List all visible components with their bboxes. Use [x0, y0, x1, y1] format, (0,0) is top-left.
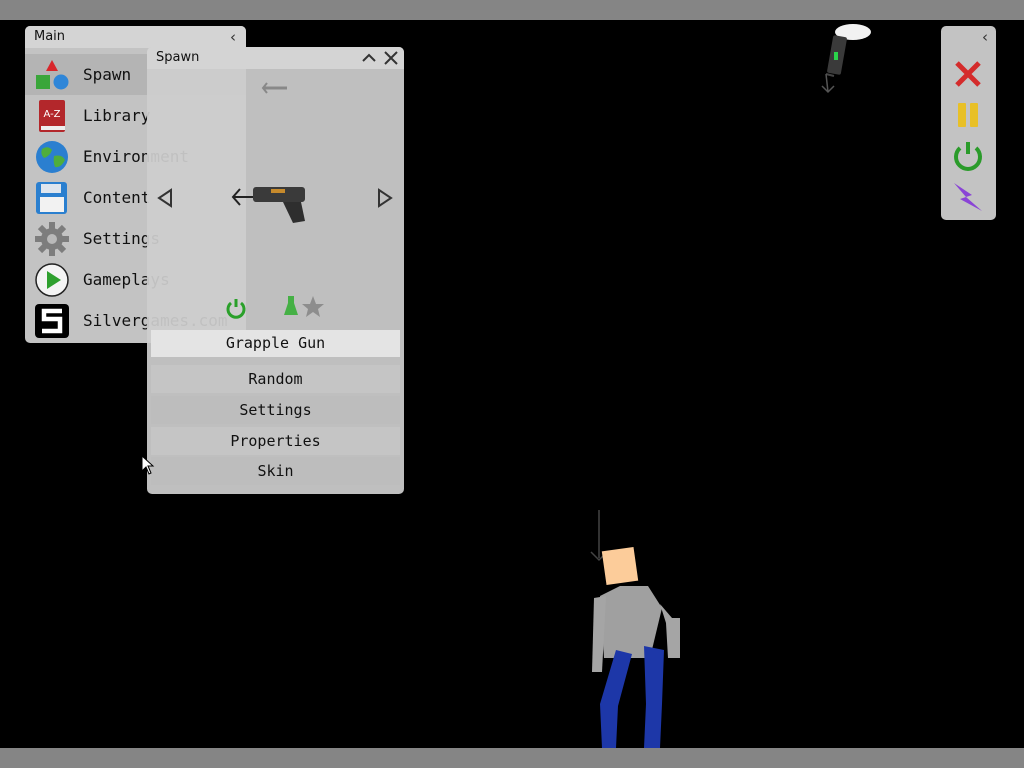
- menu-item-label: Spawn: [83, 65, 132, 84]
- previous-item-button[interactable]: [155, 187, 177, 209]
- arrow-right-icon: [378, 188, 393, 208]
- chevron-up-icon: [362, 53, 376, 62]
- properties-button[interactable]: Properties: [151, 427, 400, 455]
- star-icon[interactable]: [301, 295, 325, 319]
- gear-icon: [35, 222, 69, 256]
- silvergames-logo-icon: [35, 304, 69, 338]
- pause-icon: [958, 103, 978, 127]
- flask-icon[interactable]: [283, 295, 299, 317]
- mouse-cursor: [141, 455, 155, 475]
- main-menu-title: Main: [25, 26, 246, 48]
- svg-text:A-Z: A-Z: [43, 109, 60, 120]
- next-item-button[interactable]: [373, 187, 395, 209]
- spawn-panel: Spawn Grapple Gun Random Settings Proper…: [147, 47, 404, 494]
- skin-button[interactable]: Skin: [151, 457, 400, 485]
- shapes-icon: [36, 60, 69, 90]
- menu-item-label: Library: [83, 106, 151, 125]
- floppy-disk-icon: [36, 182, 67, 214]
- selected-item-name: Grapple Gun: [151, 330, 400, 357]
- close-icon: [384, 51, 398, 65]
- pause-button[interactable]: [950, 97, 986, 133]
- reset-button[interactable]: [950, 138, 986, 174]
- clear-button[interactable]: [950, 56, 986, 92]
- spawned-grapple-gun[interactable]: [808, 22, 880, 98]
- x-icon: [955, 61, 981, 87]
- collapse-main-menu-button[interactable]: ‹: [224, 28, 242, 46]
- settings-button[interactable]: Settings: [151, 396, 400, 424]
- power-icon[interactable]: [225, 297, 247, 319]
- ground-bar: [0, 748, 1024, 768]
- close-spawn-panel-button[interactable]: [382, 49, 400, 67]
- tool-panel: ‹: [941, 26, 996, 220]
- random-button[interactable]: Random: [151, 365, 400, 393]
- ragdoll-character[interactable]: [580, 508, 690, 748]
- grapple-gun-preview-icon[interactable]: [231, 179, 311, 225]
- globe-icon: [36, 141, 68, 173]
- play-icon: [35, 263, 69, 297]
- lightning-icon: [954, 183, 982, 211]
- a-z-book-icon: A-Z: [39, 100, 65, 132]
- power-icon: [954, 142, 982, 171]
- menu-item-label: Content: [83, 188, 151, 207]
- collapse-tool-panel-button[interactable]: ‹: [976, 28, 994, 46]
- hook-preview-icon: [261, 82, 287, 94]
- slow-motion-button[interactable]: [950, 179, 986, 215]
- top-frame-bar: [0, 0, 1024, 20]
- minimize-spawn-panel-button[interactable]: [360, 49, 378, 67]
- arrow-left-icon: [157, 188, 172, 208]
